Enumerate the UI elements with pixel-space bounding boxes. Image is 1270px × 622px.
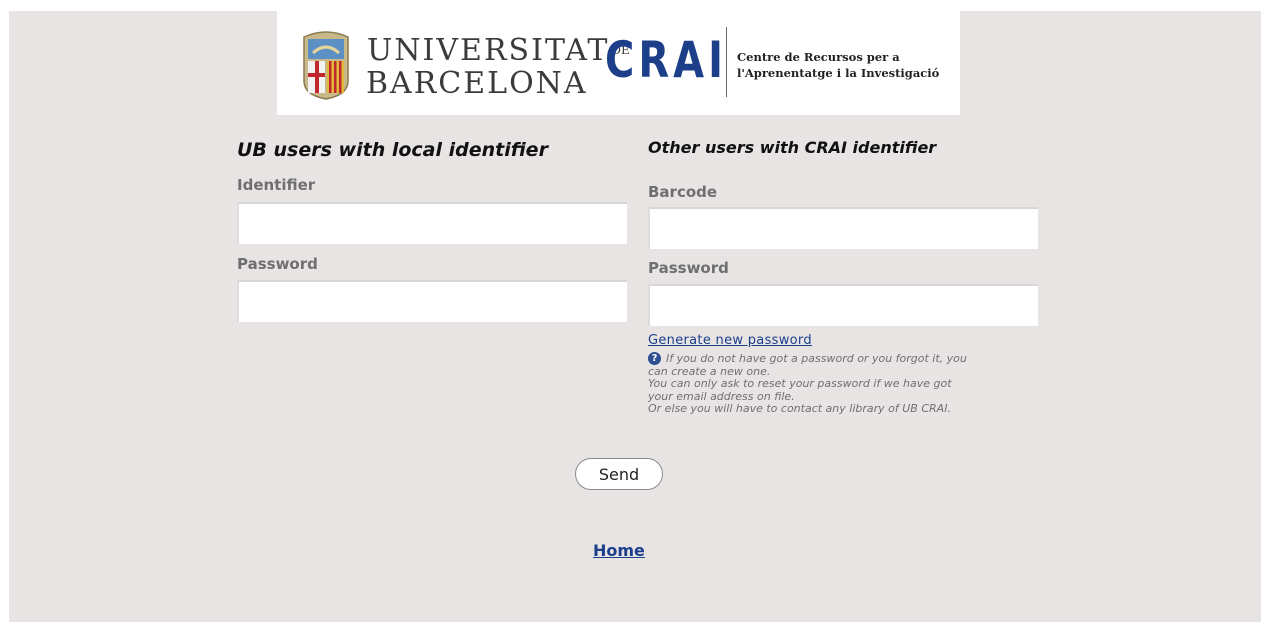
university-name-line1: UNIVERSITAT DE bbox=[367, 33, 630, 68]
crai-subtitle: Centre de Recursos per a l'Aprenentatge … bbox=[737, 50, 940, 80]
barcode-label: Barcode bbox=[648, 183, 718, 201]
local-password-input[interactable] bbox=[237, 280, 627, 322]
university-shield-logo bbox=[303, 31, 349, 100]
home-link[interactable]: Home bbox=[593, 541, 645, 560]
local-password-label: Password bbox=[237, 255, 318, 273]
password-help-text: If you do not have got a password or you… bbox=[648, 352, 967, 415]
generate-password-link[interactable]: Generate new password bbox=[648, 333, 812, 348]
university-name-line2: BARCELONA bbox=[366, 66, 588, 101]
header-banner: UNIVERSITAT DE BARCELONA CRAI Centre de R… bbox=[277, 11, 960, 115]
crai-logo: CRAI bbox=[605, 31, 727, 89]
crai-password-label: Password bbox=[648, 259, 729, 277]
local-users-heading: UB users with local identifier bbox=[237, 139, 548, 161]
send-button[interactable]: Send bbox=[575, 458, 663, 490]
barcode-input[interactable] bbox=[648, 207, 1038, 249]
identifier-input[interactable] bbox=[237, 202, 627, 244]
crai-users-heading: Other users with CRAI identifier bbox=[648, 138, 937, 157]
crai-password-input[interactable] bbox=[648, 284, 1038, 326]
logo-divider bbox=[726, 27, 727, 97]
identifier-label: Identifier bbox=[237, 176, 316, 194]
